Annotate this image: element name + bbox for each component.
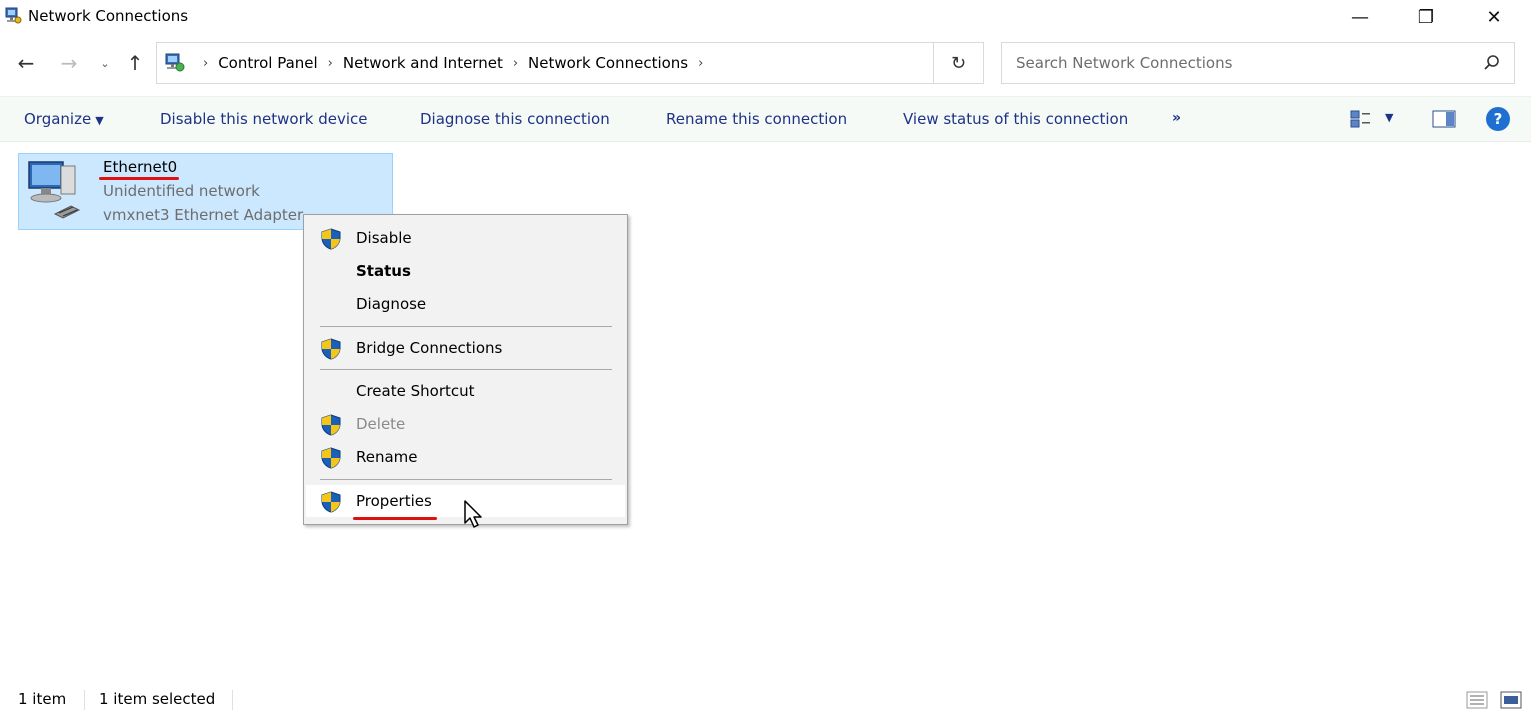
breadcrumb-separator-icon[interactable]: › [328, 56, 333, 71]
item-count: 1 item [18, 690, 67, 708]
change-view-icon[interactable] [1350, 109, 1372, 129]
selected-count: 1 item selected [99, 690, 216, 708]
more-commands-button[interactable]: » [1172, 110, 1181, 126]
disable-device-button[interactable]: Disable this network device [160, 110, 368, 128]
address-row: ← → ⌄ ↑ › Control Panel › Network and In… [0, 40, 1531, 86]
rename-connection-button[interactable]: Rename this connection [666, 110, 847, 128]
diagnose-connection-button[interactable]: Diagnose this connection [420, 110, 610, 128]
status-bar: 1 item 1 item selected [0, 684, 1531, 717]
recent-locations-chevron-icon[interactable]: ⌄ [94, 50, 116, 76]
menu-separator [320, 479, 612, 480]
menu-separator [320, 326, 612, 327]
annotation-underline [353, 517, 437, 520]
connection-adapter: vmxnet3 Ethernet Adapter [103, 206, 304, 224]
menu-label: Bridge Connections [356, 339, 503, 357]
view-status-button[interactable]: View status of this connection [903, 110, 1128, 128]
maximize-button[interactable]: ❐ [1403, 0, 1449, 34]
caret-down-icon: ▼ [95, 114, 104, 127]
annotation-underline [99, 177, 179, 180]
menu-item-rename[interactable]: Rename [306, 441, 625, 473]
forward-arrow-icon[interactable]: → [54, 50, 84, 76]
back-arrow-icon[interactable]: ← [10, 50, 42, 76]
mouse-pointer-icon [464, 500, 482, 528]
status-divider [84, 690, 85, 710]
menu-label: Delete [356, 415, 406, 433]
organize-menu-button[interactable]: Organize ▼ [24, 110, 104, 128]
breadcrumb-network-connections[interactable]: Network Connections [528, 54, 688, 72]
menu-label: Diagnose [356, 295, 427, 313]
menu-item-delete: Delete [306, 408, 625, 440]
breadcrumb-control-panel[interactable]: Control Panel [218, 54, 317, 72]
title-bar: Network Connections — ❐ ✕ [0, 0, 1531, 34]
uac-shield-icon [321, 414, 341, 436]
uac-shield-icon [321, 447, 341, 469]
menu-separator [320, 369, 612, 370]
control-panel-icon [165, 53, 185, 72]
close-button[interactable]: ✕ [1471, 0, 1517, 34]
address-bar[interactable]: › Control Panel › Network and Internet ›… [156, 42, 1072, 84]
preview-pane-icon[interactable] [1432, 109, 1456, 129]
menu-item-disable[interactable]: Disable [306, 222, 625, 254]
minimize-button[interactable]: — [1337, 0, 1383, 34]
view-options-caret-icon[interactable]: ▼ [1385, 111, 1393, 124]
large-icons-view-icon[interactable] [1500, 690, 1522, 710]
command-bar: Organize ▼ Disable this network device Di… [0, 96, 1531, 142]
connection-name[interactable]: Ethernet0 [103, 158, 177, 176]
breadcrumb: › Control Panel › Network and Internet ›… [193, 54, 713, 72]
search-input[interactable]: Search Network Connections [1001, 42, 1515, 84]
menu-label: Disable [356, 229, 412, 247]
help-icon[interactable]: ? [1486, 107, 1510, 131]
uac-shield-icon [321, 338, 341, 360]
menu-item-create-shortcut[interactable]: Create Shortcut [306, 375, 625, 407]
menu-item-diagnose[interactable]: Diagnose [306, 288, 625, 320]
uac-shield-icon [321, 228, 341, 250]
connection-status: Unidentified network [103, 182, 260, 200]
menu-label: Create Shortcut [356, 382, 475, 400]
organize-label: Organize [24, 110, 92, 128]
breadcrumb-separator-icon[interactable]: › [513, 56, 518, 71]
content-area: Ethernet0 Unidentified network vmxnet3 E… [0, 143, 1531, 680]
status-divider [232, 690, 233, 710]
breadcrumb-network-and-internet[interactable]: Network and Internet [343, 54, 503, 72]
menu-item-status[interactable]: Status [306, 255, 625, 287]
network-adapter-icon [28, 161, 81, 219]
details-view-icon[interactable] [1466, 690, 1488, 710]
breadcrumb-separator-icon[interactable]: › [698, 56, 703, 71]
context-menu: Disable Status Diagnose Bridge Connectio… [303, 214, 628, 525]
uac-shield-icon [321, 491, 341, 513]
menu-label: Status [356, 262, 411, 280]
refresh-icon[interactable]: ↻ [934, 42, 984, 84]
explorer-window: Network Connections — ❐ ✕ ← → ⌄ ↑ › Cont… [0, 0, 1531, 717]
search-placeholder: Search Network Connections [1016, 54, 1233, 72]
menu-item-bridge-connections[interactable]: Bridge Connections [306, 332, 625, 364]
menu-label: Rename [356, 448, 418, 466]
up-arrow-icon[interactable]: ↑ [120, 50, 150, 76]
menu-label: Properties [356, 492, 432, 510]
breadcrumb-separator-icon[interactable]: › [203, 56, 208, 71]
window-title: Network Connections [28, 7, 189, 25]
network-connections-icon [5, 7, 22, 24]
search-icon[interactable] [1482, 53, 1502, 73]
